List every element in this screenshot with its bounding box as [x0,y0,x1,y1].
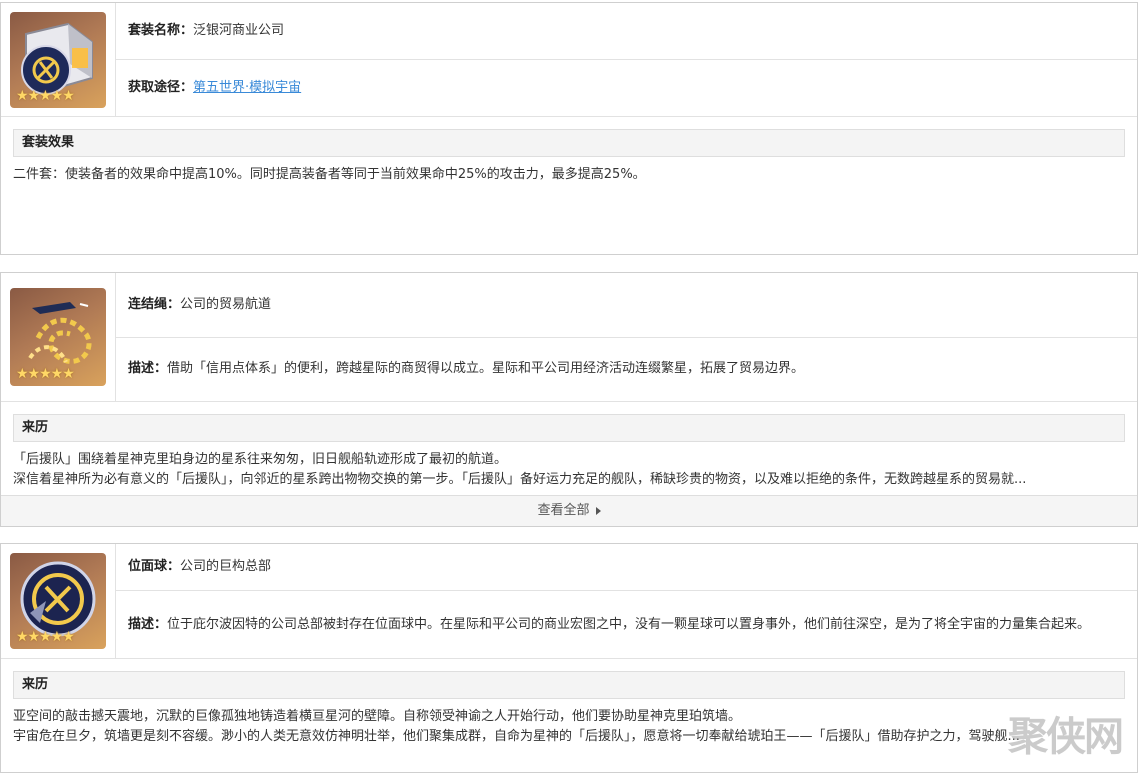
source-link[interactable]: 第五世界·模拟宇宙 [193,78,301,98]
piece-desc-label: 描述： [128,361,168,377]
rarity-stars: ★★★★★ [16,87,75,104]
set-effect-header: 套装效果 [13,129,1125,157]
lore-line: 「后援队」围绕着星神克里珀身边的星系往来匆匆，旧日舰船轨迹形成了最初的航道。 [13,452,508,467]
piece-name-row: 连结绳： 公司的贸易航道 [116,273,1137,337]
sphere-icon-cell: ★★★★★ [1,544,116,658]
view-all-label: 查看全部 [537,503,590,518]
relic-piece-card-sphere: ★★★★★ 位面球： 公司的巨构总部 描述：位于庇尔波因特的公司总部被封存在位面… [0,543,1138,773]
piece-name-label: 位面球： [128,559,181,574]
set-icon-cell: ★★★★★ [1,3,116,116]
rarity-stars: ★★★★★ [16,629,75,645]
piece-desc-label: 描述： [128,616,168,632]
rarity-stars: ★★★★★ [16,366,75,382]
view-all-button[interactable]: 查看全部 [1,495,1137,526]
source-label: 获取途径： [128,80,194,95]
rope-icon-cell: ★★★★★ [1,273,116,401]
piece-name-value: 公司的贸易航道 [180,296,272,312]
set-name-row: 套装名称： 泛银河商业公司 [116,3,1137,59]
lore-line: 宇宙危在旦夕，筑墙更是刻不容缓。渺小的人类无意效仿神明壮举，他们聚集成群，自命为… [13,729,1020,744]
lore-line: 亚空间的敲击撼天震地，沉默的巨像孤独地铸造着横亘星河的壁障。自称领受神谕之人开始… [13,709,742,724]
piece-name-value: 公司的巨构总部 [180,559,272,574]
site-watermark: 聚侠网 [1008,713,1124,760]
set-effect-text: 二件套：使装备者的效果命中提高10%。同时提高装备者等同于当前效果命中25%的攻… [1,157,1137,185]
lore-header: 来历 [13,671,1125,699]
piece-desc-value: 位于庇尔波因特的公司总部被封存在位面球中。在星际和平公司的商业宏图之中，没有一颗… [167,616,1091,632]
planar-sphere-icon: ★★★★★ [10,553,106,649]
link-rope-icon: ★★★★★ [10,288,106,386]
lore-line: 深信着星神所为必有意义的「后援队」，向邻近的星系跨出物物交换的第一步。「后援队」… [13,472,1027,487]
lore-text: 「后援队」围绕着星神克里珀身边的星系往来匆匆，旧日舰船轨迹形成了最初的航道。 深… [1,442,1137,490]
relic-set-card: ★★★★★ 套装名称： 泛银河商业公司 获取途径： 第五世界·模拟宇宙 套装效果… [0,2,1138,255]
piece-desc-row: 描述： 借助「信用点体系」的便利，跨越星际的商贸得以成立。星际和平公司用经济活动… [116,336,1137,402]
lore-text: 亚空间的敲击撼天震地，沉默的巨像孤独地铸造着横亘星河的壁障。自称领受神谕之人开始… [1,699,1137,747]
relic-piece-card-rope: ★★★★★ 连结绳： 公司的贸易航道 描述： 借助「信用点体系」的便利，跨越星际… [0,272,1138,527]
set-effect-line: 二件套：使装备者的效果命中提高10%。同时提高装备者等同于当前效果命中25%的攻… [13,167,646,182]
piece-name-row: 位面球： 公司的巨构总部 [116,544,1137,590]
piece-desc-row: 描述：位于庇尔波因特的公司总部被封存在位面球中。在星际和平公司的商业宏图之中，没… [116,590,1137,658]
relic-box-icon: ★★★★★ [10,11,106,108]
set-name-value: 泛银河商业公司 [193,23,285,38]
caret-right-icon [595,506,601,515]
lore-header: 来历 [13,414,1125,442]
set-name-label: 套装名称： [128,23,194,38]
piece-name-label: 连结绳： [128,296,181,312]
source-row: 获取途径： 第五世界·模拟宇宙 [116,59,1137,116]
piece-desc-value: 借助「信用点体系」的便利，跨越星际的商贸得以成立。星际和平公司用经济活动连缀繁星… [167,361,805,377]
